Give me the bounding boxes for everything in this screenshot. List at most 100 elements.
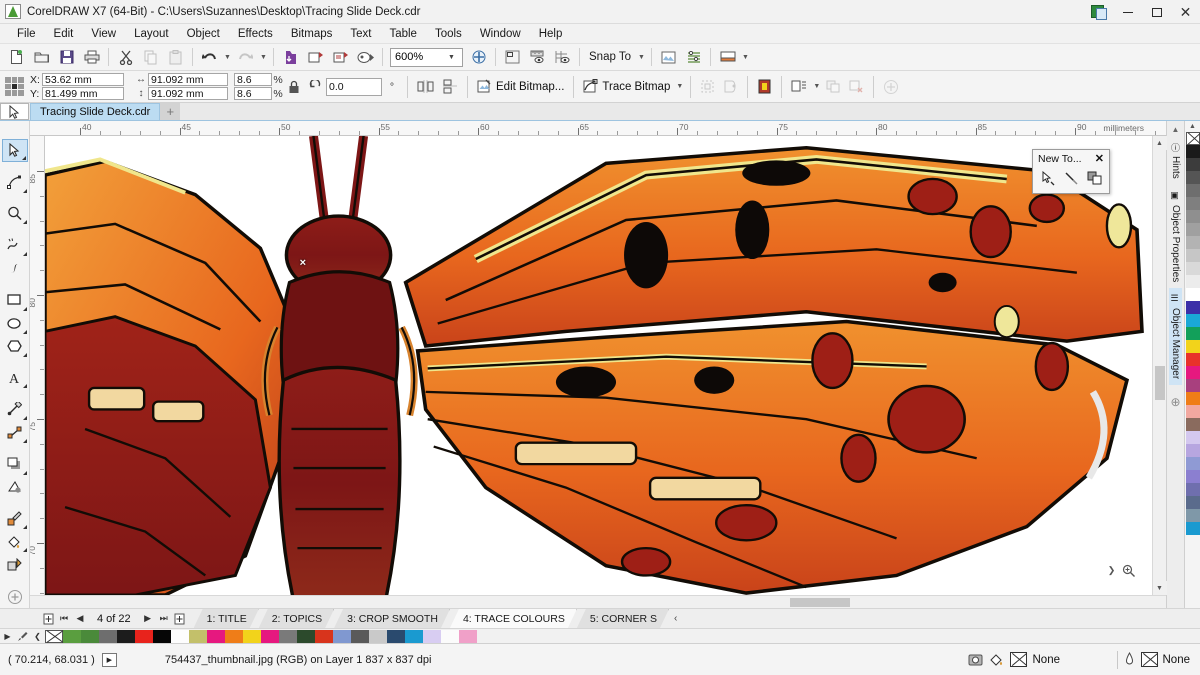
flyout-arrow-icon[interactable] [22, 185, 27, 193]
show-hide-grid-button[interactable] [550, 46, 575, 69]
palette-next-arrow-icon[interactable]: ▶ [0, 629, 15, 643]
menu-bitmaps[interactable]: Bitmaps [282, 26, 342, 42]
canvas-zoom-in-button[interactable] [1121, 563, 1136, 578]
minimize-button[interactable] [1113, 0, 1142, 24]
outline-pen-icon[interactable] [1123, 652, 1136, 667]
show-hide-rulers-button[interactable] [525, 46, 550, 69]
paste-button[interactable] [163, 46, 188, 69]
flyout-arrow-icon[interactable] [22, 303, 27, 311]
print-button[interactable] [79, 46, 104, 69]
status-expand-button[interactable]: ▶ [101, 652, 117, 667]
fill-bucket-icon[interactable] [989, 653, 1004, 667]
trace-bitmap-dropdown-arrow-icon[interactable]: ▼ [674, 75, 685, 98]
active-tool-indicator[interactable] [0, 103, 29, 120]
docker-tab-object-properties[interactable]: ▣ Object Properties [1169, 185, 1182, 288]
color-palette-horizontal[interactable]: ▶ ❮ [0, 628, 1200, 643]
new-tools-floating-palette[interactable]: New To... ✕ [1032, 149, 1110, 194]
color-swatch[interactable] [279, 629, 297, 643]
color-swatch[interactable] [1185, 145, 1200, 158]
color-swatch[interactable] [1185, 197, 1200, 210]
crop-bitmap-button[interactable] [696, 75, 719, 99]
color-swatch[interactable] [315, 629, 333, 643]
palette-scroll-up-icon[interactable]: ▲ [1189, 121, 1196, 132]
wrap-text-dropdown-arrow-icon[interactable]: ▼ [811, 75, 822, 98]
color-palette-vertical[interactable]: ▲ [1184, 121, 1200, 608]
zoom-tool[interactable] [2, 202, 28, 225]
flyout-arrow-icon[interactable] [22, 544, 27, 553]
text-tool[interactable]: A [2, 366, 28, 389]
drawing-canvas[interactable]: × New To... ✕ ❯ [45, 136, 1152, 595]
height-input[interactable]: 91.092 mm [148, 87, 228, 100]
snapshot-icon[interactable] [968, 653, 983, 667]
wrap-text-button[interactable] [787, 75, 811, 99]
next-page-button[interactable]: ▶ [140, 610, 156, 627]
color-swatch[interactable] [1185, 470, 1200, 483]
page-tab-5-corner-s[interactable]: 5: CORNER S [577, 609, 669, 628]
color-swatch[interactable] [1185, 262, 1200, 275]
color-swatch[interactable] [1185, 236, 1200, 249]
redo-button[interactable] [233, 46, 258, 69]
edit-bitmap-button[interactable]: Edit Bitmap... [473, 75, 568, 99]
smart-drawing-tool-button[interactable] [1036, 168, 1058, 189]
cut-button[interactable] [113, 46, 138, 69]
color-swatch[interactable] [135, 629, 153, 643]
previous-page-button[interactable]: ◀ [72, 610, 88, 627]
color-swatch[interactable] [1185, 210, 1200, 223]
menu-text[interactable]: Text [341, 26, 380, 42]
options-button[interactable] [656, 46, 681, 69]
close-icon[interactable]: ✕ [1093, 152, 1106, 165]
color-swatch[interactable] [1185, 275, 1200, 288]
full-screen-preview-button[interactable] [500, 46, 525, 69]
color-swatch[interactable] [99, 629, 117, 643]
outline-tool[interactable] [2, 553, 28, 576]
app-launcher-dropdown-arrow-icon[interactable]: ▼ [740, 46, 751, 69]
scroll-up-button[interactable]: ▲ [1152, 136, 1167, 150]
corel-connect-button[interactable] [353, 46, 378, 69]
vertical-scrollbar[interactable]: ▲ ▼ [1152, 136, 1167, 595]
vertical-scroll-thumb[interactable] [1155, 366, 1165, 400]
shape-builder-button[interactable] [1084, 168, 1106, 189]
mirror-horizontal-button[interactable] [413, 75, 438, 99]
undo-button[interactable] [197, 46, 222, 69]
add-button[interactable] [879, 75, 903, 99]
parallel-dimension-tool[interactable] [2, 398, 28, 421]
color-swatch[interactable] [1185, 366, 1200, 379]
rectangle-tool[interactable] [2, 288, 28, 311]
menu-window[interactable]: Window [471, 26, 530, 42]
object-styles-button[interactable] [681, 46, 706, 69]
last-page-button[interactable]: ⏭ [156, 610, 172, 627]
page-tab-4-trace-colours[interactable]: 4: TRACE COLOURS [450, 609, 577, 628]
flyout-arrow-icon[interactable] [22, 216, 27, 225]
first-page-button[interactable]: ⏮ [56, 610, 72, 627]
y-position-input[interactable]: 81.499 mm [42, 87, 124, 100]
save-button[interactable] [54, 46, 79, 69]
color-swatch[interactable] [261, 629, 279, 643]
close-button[interactable]: ✕ [1171, 0, 1200, 24]
chevron-down-icon[interactable]: ▼ [443, 49, 460, 66]
zoom-levels-button[interactable] [466, 46, 491, 69]
flyout-arrow-icon[interactable] [22, 326, 27, 334]
no-color-swatch[interactable] [1185, 132, 1200, 145]
flyout-arrow-icon[interactable] [22, 435, 27, 444]
color-swatch[interactable] [459, 629, 477, 643]
document-tab-tracing-slide-deck[interactable]: Tracing Slide Deck.cdr [30, 103, 161, 120]
flyout-arrow-icon[interactable] [22, 467, 27, 475]
flyout-arrow-icon[interactable] [22, 349, 27, 357]
color-swatch[interactable] [1185, 444, 1200, 457]
color-swatch[interactable] [1185, 288, 1200, 301]
color-swatch[interactable] [81, 629, 99, 643]
menu-edit[interactable]: Edit [45, 26, 83, 42]
knife-tool-button[interactable] [1060, 168, 1082, 189]
flyout-arrow-icon[interactable] [22, 521, 27, 530]
color-swatch[interactable] [1185, 158, 1200, 171]
color-swatch[interactable] [117, 629, 135, 643]
pick-tool[interactable] [1, 139, 28, 163]
fill-none-swatch[interactable] [1009, 652, 1027, 667]
color-swatch[interactable] [1185, 184, 1200, 197]
menu-file[interactable]: File [8, 26, 45, 42]
bitmap-color-mask-button[interactable] [753, 75, 776, 99]
delete-button[interactable] [845, 75, 868, 99]
color-swatch[interactable] [243, 629, 261, 643]
traced-butterfly-artwork[interactable] [45, 136, 1152, 595]
transparency-tool[interactable] [2, 476, 28, 499]
